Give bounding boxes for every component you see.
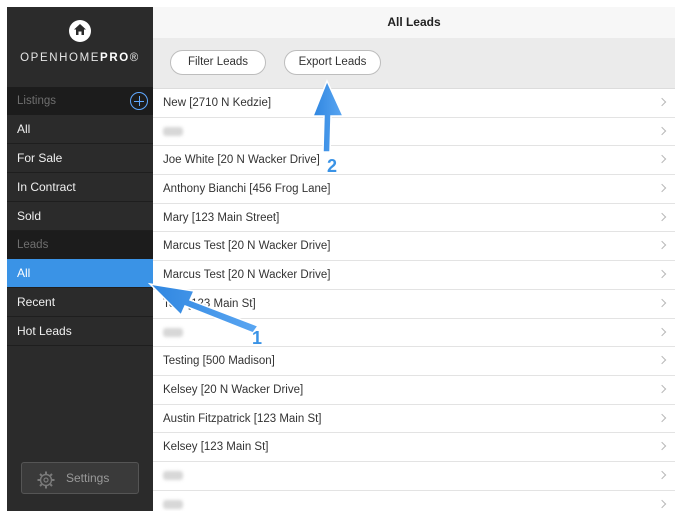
sidebar-item-listings-all[interactable]: All <box>7 115 153 144</box>
chevron-right-icon <box>657 327 667 336</box>
sidebar-item-recent[interactable]: Recent <box>7 288 153 317</box>
settings-button[interactable]: Settings <box>21 462 139 494</box>
leads-toolbar: Filter Leads Export Leads <box>153 38 675 89</box>
lead-row[interactable]: Kelsey [123 Main St] <box>153 433 675 462</box>
lead-row[interactable]: Te... [123 Main St] <box>153 290 675 319</box>
chevron-right-icon <box>657 384 667 394</box>
chevron-right-icon <box>657 212 667 221</box>
lead-name: Testing [500 Madison] <box>163 355 275 368</box>
chevron-right-icon <box>657 183 667 193</box>
filter-leads-button[interactable]: Filter Leads <box>170 50 266 75</box>
lead-row[interactable]: Kelsey [20 N Wacker Drive] <box>153 376 675 405</box>
redacted-name <box>163 500 183 510</box>
main-panel: All Leads Filter Leads Export Leads New … <box>153 7 675 511</box>
sidebar-item-in-contract[interactable]: In Contract <box>7 173 153 202</box>
settings-label: Settings <box>66 471 110 485</box>
lead-row[interactable]: Testing [500 Madison] <box>153 347 675 376</box>
sidebar-item-hot-leads[interactable]: Hot Leads <box>7 317 153 346</box>
sidebar: OPENHOMEPRO® Listings All For Sale In Co… <box>7 7 153 511</box>
chevron-right-icon <box>657 499 667 508</box>
house-icon <box>69 20 91 42</box>
lead-row[interactable]: Marcus Test [20 N Wacker Drive] <box>153 232 675 262</box>
lead-row[interactable] <box>153 319 675 348</box>
lead-name: Anthony Bianchi [456 Frog Lane] <box>163 183 331 196</box>
lead-name: Austin Fitzpatrick [123 Main St] <box>163 412 322 425</box>
lead-name: Marcus Test [20 N Wacker Drive] <box>163 240 331 253</box>
chevron-right-icon <box>657 413 667 422</box>
page-title: All Leads <box>153 7 675 38</box>
lead-row[interactable]: Mary [123 Main Street] <box>153 204 675 233</box>
redacted-name <box>163 327 183 337</box>
lead-name: Kelsey [123 Main St] <box>163 441 269 454</box>
lead-name: New [2710 N Kedzie] <box>163 97 272 109</box>
chevron-right-icon <box>657 126 667 135</box>
annotation-label-1: 1 <box>252 328 263 348</box>
leads-header: Leads <box>7 231 153 259</box>
chevron-right-icon <box>657 269 667 279</box>
chevron-right-icon <box>657 241 667 250</box>
lead-row[interactable] <box>153 491 675 511</box>
chevron-right-icon <box>657 298 667 308</box>
lead-row[interactable]: Joe White [20 N Wacker Drive] <box>153 146 675 176</box>
add-listing-icon[interactable] <box>130 92 148 110</box>
lead-row[interactable] <box>153 462 675 491</box>
app-logo: OPENHOMEPRO® <box>7 7 153 87</box>
lead-name: Te... [123 Main St] <box>163 297 256 310</box>
leads-list: New [2710 N Kedzie] Joe White [20 N Wacke… <box>153 89 675 511</box>
lead-row[interactable]: New [2710 N Kedzie] <box>153 89 675 118</box>
listings-header: Listings <box>7 87 153 115</box>
lead-row[interactable]: Austin Fitzpatrick [123 Main St] <box>153 405 675 434</box>
export-leads-button[interactable]: Export Leads <box>284 50 381 75</box>
chevron-right-icon <box>657 155 667 164</box>
lead-name: Kelsey [20 N Wacker Drive] <box>163 383 304 396</box>
sidebar-item-sold[interactable]: Sold <box>7 202 153 231</box>
gear-icon <box>37 470 55 500</box>
lead-row[interactable]: Anthony Bianchi [456 Frog Lane] <box>153 175 675 204</box>
chevron-right-icon <box>657 442 667 451</box>
lead-row[interactable] <box>153 118 675 147</box>
lead-row[interactable]: Marcus Test [20 N Wacker Drive] <box>153 261 675 290</box>
annotation-label-2: 2 <box>327 156 338 176</box>
sidebar-item-leads-all[interactable]: All <box>7 259 153 288</box>
lead-name: Mary [123 Main Street] <box>163 211 280 224</box>
sidebar-item-for-sale[interactable]: For Sale <box>7 144 153 173</box>
redacted-name <box>163 127 183 137</box>
chevron-right-icon <box>657 470 667 480</box>
listings-nav: All For Sale In Contract Sold <box>7 115 153 231</box>
lead-name: Joe White [20 N Wacker Drive] <box>163 154 320 167</box>
leads-nav: All Recent Hot Leads <box>7 259 153 346</box>
chevron-right-icon <box>657 355 667 365</box>
chevron-right-icon <box>657 97 667 107</box>
lead-name: Marcus Test [20 N Wacker Drive] <box>163 269 331 282</box>
redacted-name <box>163 471 183 481</box>
brand-name: OPENHOMEPRO® <box>20 52 140 64</box>
